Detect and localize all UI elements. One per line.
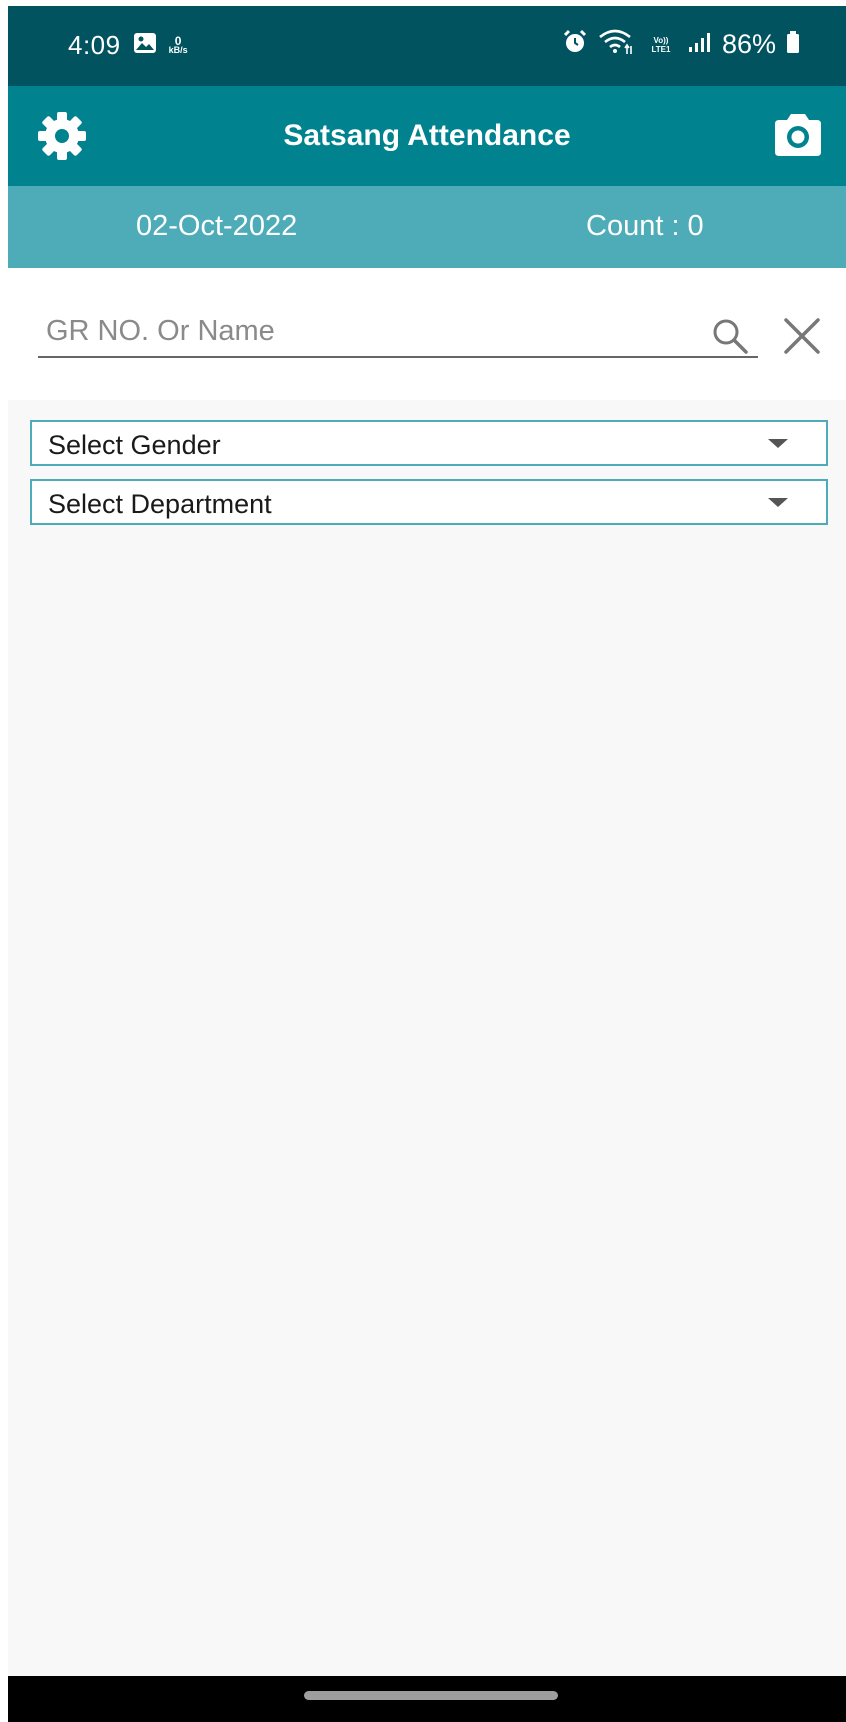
network-type: Vo)) LTE1 (651, 35, 671, 54)
department-select-value: Select Department (48, 489, 272, 519)
chevron-down-icon (768, 498, 788, 507)
gender-select-value: Select Gender (48, 430, 221, 460)
battery-icon (786, 30, 800, 59)
status-bar: 4:09 0 kB/s Vo)) LTE1 86% (8, 6, 846, 86)
status-right: Vo)) LTE1 86% (562, 28, 800, 61)
camera-icon (775, 114, 821, 156)
signal-icon (688, 31, 712, 58)
info-bar: 02-Oct-2022 Count : 0 (8, 186, 846, 268)
alarm-icon (562, 29, 588, 60)
camera-button[interactable] (770, 108, 826, 164)
gender-select[interactable]: Select Gender (30, 420, 828, 466)
search-input[interactable] (38, 312, 758, 358)
department-select[interactable]: Select Department (30, 479, 828, 525)
close-icon[interactable] (778, 312, 826, 360)
home-gesture-handle[interactable] (304, 1691, 558, 1700)
status-left: 4:09 0 kB/s (68, 30, 188, 61)
navigation-bar (8, 1676, 846, 1722)
search-icon[interactable] (708, 314, 752, 358)
battery-percent: 86% (721, 29, 776, 59)
gallery-icon (133, 32, 157, 59)
attendance-count: Count : 0 (586, 210, 704, 242)
wifi-icon (598, 28, 634, 61)
app-screen: 4:09 0 kB/s Vo)) LTE1 86% Satsang Attend… (8, 6, 846, 1722)
status-time: 4:09 (68, 30, 121, 60)
search-area (8, 268, 846, 400)
page-title: Satsang Attendance (283, 119, 571, 152)
chevron-down-icon (768, 439, 788, 448)
app-bar: Satsang Attendance (8, 86, 846, 186)
net-speed: 0 kB/s (168, 35, 188, 55)
net-speed-unit: kB/s (168, 44, 188, 55)
attendance-date[interactable]: 02-Oct-2022 (136, 210, 297, 243)
